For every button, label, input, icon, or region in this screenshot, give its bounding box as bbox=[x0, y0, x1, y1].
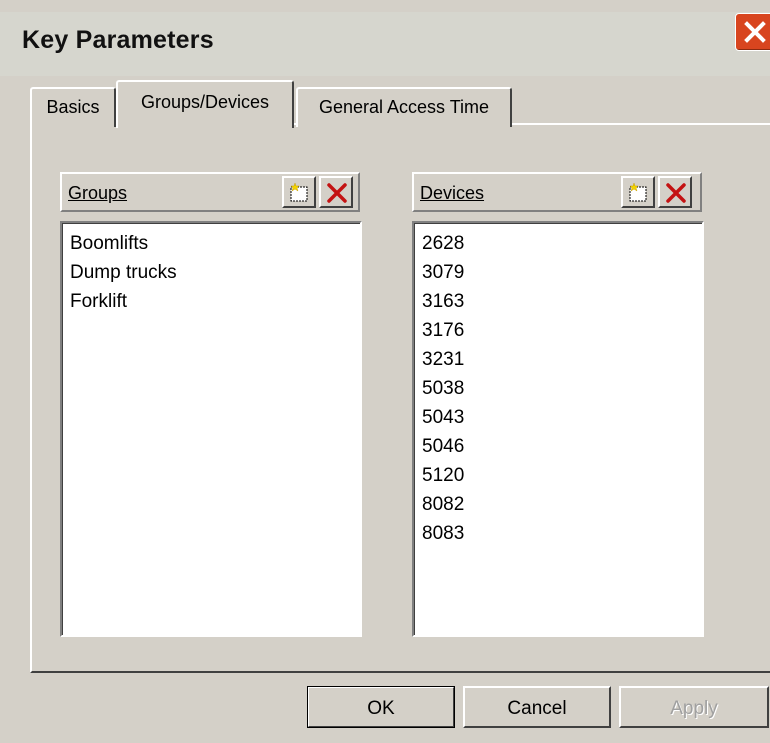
list-item[interactable]: Boomlifts bbox=[70, 229, 360, 258]
devices-header-label: Devices bbox=[420, 183, 484, 204]
delete-device-button[interactable] bbox=[658, 176, 692, 208]
delete-group-button[interactable] bbox=[319, 176, 353, 208]
new-item-icon bbox=[290, 182, 308, 202]
groups-header-text: Groups bbox=[68, 183, 128, 203]
list-item[interactable]: 5038 bbox=[422, 374, 702, 403]
groups-listbox[interactable]: Boomlifts Dump trucks Forklift bbox=[60, 221, 362, 637]
apply-button[interactable]: Apply bbox=[619, 686, 769, 728]
new-item-icon bbox=[629, 182, 647, 202]
list-item[interactable]: 5043 bbox=[422, 403, 702, 432]
title-bar[interactable]: Key Parameters bbox=[0, 12, 770, 76]
delete-x-icon bbox=[666, 183, 686, 203]
list-item[interactable]: Dump trucks bbox=[70, 258, 360, 287]
delete-x-icon bbox=[327, 183, 347, 203]
ok-button[interactable]: OK bbox=[307, 686, 455, 728]
window-title: Key Parameters bbox=[22, 26, 214, 54]
tab-basics[interactable]: Basics bbox=[30, 87, 116, 127]
list-item[interactable]: Forklift bbox=[70, 287, 360, 316]
list-item[interactable]: 2628 bbox=[422, 229, 702, 258]
devices-listbox[interactable]: 2628 3079 3163 3176 3231 5038 5043 5046 … bbox=[412, 221, 704, 637]
list-item[interactable]: 5120 bbox=[422, 461, 702, 490]
list-item[interactable]: 8083 bbox=[422, 519, 702, 548]
devices-list: 2628 3079 3163 3176 3231 5038 5043 5046 … bbox=[414, 223, 702, 548]
new-group-button[interactable] bbox=[282, 176, 316, 208]
close-button[interactable] bbox=[735, 13, 770, 51]
tab-general-access-time[interactable]: General Access Time bbox=[296, 87, 512, 127]
cancel-button[interactable]: Cancel bbox=[463, 686, 611, 728]
new-device-button[interactable] bbox=[621, 176, 655, 208]
devices-header: Devices bbox=[412, 172, 702, 212]
list-item[interactable]: 3176 bbox=[422, 316, 702, 345]
list-item[interactable]: 5046 bbox=[422, 432, 702, 461]
groups-header-label: Groups bbox=[68, 183, 127, 204]
groups-list: Boomlifts Dump trucks Forklift bbox=[62, 223, 360, 316]
list-item[interactable]: 3079 bbox=[422, 258, 702, 287]
list-item[interactable]: 3231 bbox=[422, 345, 702, 374]
list-item[interactable]: 3163 bbox=[422, 287, 702, 316]
close-icon bbox=[744, 21, 766, 43]
devices-header-text: Devices bbox=[420, 183, 485, 203]
key-parameters-dialog: Key Parameters Basics Groups/Devices Gen… bbox=[0, 0, 770, 743]
groups-header: Groups bbox=[60, 172, 360, 212]
tab-groups-devices[interactable]: Groups/Devices bbox=[116, 80, 294, 128]
list-item[interactable]: 8082 bbox=[422, 490, 702, 519]
